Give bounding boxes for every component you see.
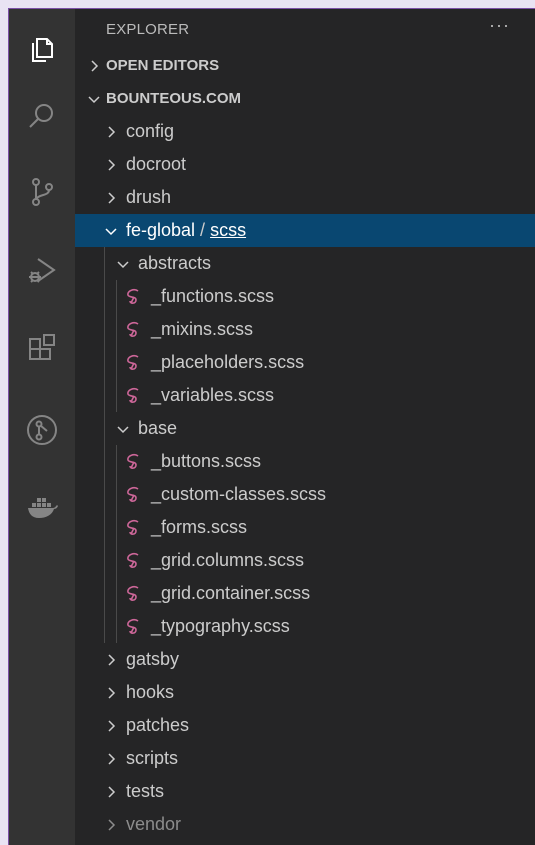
tree-folder-abstracts[interactable]: abstracts [75, 247, 535, 280]
tree-folder-docroot[interactable]: docroot [75, 148, 535, 181]
sass-icon [127, 453, 139, 469]
open-editors-section[interactable]: OPEN EDITORS [75, 49, 535, 82]
chevron-right-icon [108, 191, 116, 204]
tree-folder-config[interactable]: config [75, 115, 535, 148]
workspace-section[interactable]: BOUNTEOUS.COM [75, 82, 535, 115]
docker-icon[interactable] [9, 483, 75, 533]
tree-folder-patches[interactable]: patches [75, 709, 535, 742]
chevron-right-icon [108, 653, 116, 666]
tree-folder-tests[interactable]: tests [75, 775, 535, 808]
search-icon[interactable] [9, 91, 75, 141]
tree-file[interactable]: _variables.scss [75, 379, 535, 412]
folder-sublabel[interactable]: scss [210, 220, 246, 241]
tree-folder-scripts[interactable]: scripts [75, 742, 535, 775]
path-separator: / [200, 220, 206, 240]
tree-file[interactable]: _mixins.scss [75, 313, 535, 346]
folder-label: gatsby [126, 649, 180, 669]
tree-folder-drush[interactable]: drush [75, 181, 535, 214]
folder-label: abstracts [138, 253, 212, 273]
tree-folder-fe-global[interactable]: fe-global / scss [75, 214, 535, 247]
chevron-right-icon [108, 125, 116, 138]
tree-folder-vendor[interactable]: vendor [75, 808, 535, 841]
file-label: _mixins.scss [151, 319, 254, 339]
sass-icon [127, 321, 139, 337]
explorer-sidebar: EXPLORER ··· OPEN EDITORS BOUNTEOUS.COM … [75, 9, 535, 845]
folder-label: fe-global [126, 220, 196, 240]
chevron-right-icon [108, 158, 116, 171]
tree-file[interactable]: _custom-classes.scss [75, 478, 535, 511]
chevron-right-icon [108, 752, 116, 765]
folder-label: hooks [126, 682, 175, 702]
tree-folder-gatsby[interactable]: gatsby [75, 643, 535, 676]
tree-file[interactable]: _buttons.scss [75, 445, 535, 478]
activity-bar [9, 9, 75, 845]
folder-label: base [138, 418, 178, 438]
extensions-icon[interactable] [9, 323, 75, 373]
chevron-down-icon [117, 425, 129, 433]
tree-file[interactable]: _grid.columns.scss [75, 544, 535, 577]
chevron-right-icon [108, 785, 116, 798]
sass-icon [127, 585, 139, 601]
file-label: _functions.scss [151, 286, 275, 306]
run-debug-icon[interactable] [9, 245, 75, 295]
chevron-down-icon [88, 95, 100, 103]
sass-icon [127, 552, 139, 568]
source-control-icon[interactable] [9, 167, 75, 217]
tree-folder-hooks[interactable]: hooks [75, 676, 535, 709]
chevron-down-icon [105, 227, 117, 235]
file-label: _variables.scss [151, 385, 275, 405]
more-actions-button[interactable]: ··· [489, 16, 510, 42]
tree-file[interactable]: _functions.scss [75, 280, 535, 313]
tree-file[interactable]: _typography.scss [75, 610, 535, 643]
folder-label: vendor [126, 814, 182, 834]
file-label: _custom-classes.scss [151, 484, 327, 504]
chevron-down-icon [117, 260, 129, 268]
explorer-title: EXPLORER [106, 20, 190, 38]
file-label: _typography.scss [151, 616, 290, 636]
file-label: _placeholders.scss [151, 352, 305, 372]
chevron-right-icon [91, 59, 99, 72]
explorer-header: EXPLORER ··· [75, 9, 535, 49]
vscode-window: EXPLORER ··· OPEN EDITORS BOUNTEOUS.COM … [8, 8, 535, 845]
section-label: OPEN EDITORS [106, 57, 220, 74]
file-label: _buttons.scss [151, 451, 262, 471]
tree-file[interactable]: _grid.container.scss [75, 577, 535, 610]
sass-icon [127, 519, 139, 535]
sass-icon [127, 618, 139, 634]
chevron-right-icon [108, 686, 116, 699]
sass-icon [127, 288, 139, 304]
gitlens-icon[interactable] [9, 405, 75, 455]
file-label: _grid.columns.scss [151, 550, 305, 570]
explorer-icon[interactable] [9, 23, 75, 73]
folder-label: patches [126, 715, 190, 735]
folder-label: tests [126, 781, 165, 801]
folder-label: drush [126, 187, 172, 207]
tree-folder-base[interactable]: base [75, 412, 535, 445]
sass-icon [127, 354, 139, 370]
folder-label: scripts [126, 748, 179, 768]
section-label: BOUNTEOUS.COM [106, 90, 241, 107]
tree-file[interactable]: _forms.scss [75, 511, 535, 544]
chevron-right-icon [108, 719, 116, 732]
folder-label: docroot [126, 154, 187, 174]
sass-icon [127, 387, 139, 403]
abstracts-children: _functions.scss _mixins.scss _placeholde… [75, 280, 535, 412]
file-tree: config docroot drush fe-global / scss ab… [75, 115, 535, 841]
chevron-right-icon [108, 818, 116, 831]
folder-label: config [126, 121, 175, 141]
tree-file[interactable]: _placeholders.scss [75, 346, 535, 379]
file-label: _forms.scss [151, 517, 248, 537]
base-children: _buttons.scss _custom-classes.scss _form… [75, 445, 535, 643]
fe-global-children: abstracts _functions.scss _mixins.scss _… [75, 247, 535, 643]
file-label: _grid.container.scss [151, 583, 311, 603]
sass-icon [127, 486, 139, 502]
